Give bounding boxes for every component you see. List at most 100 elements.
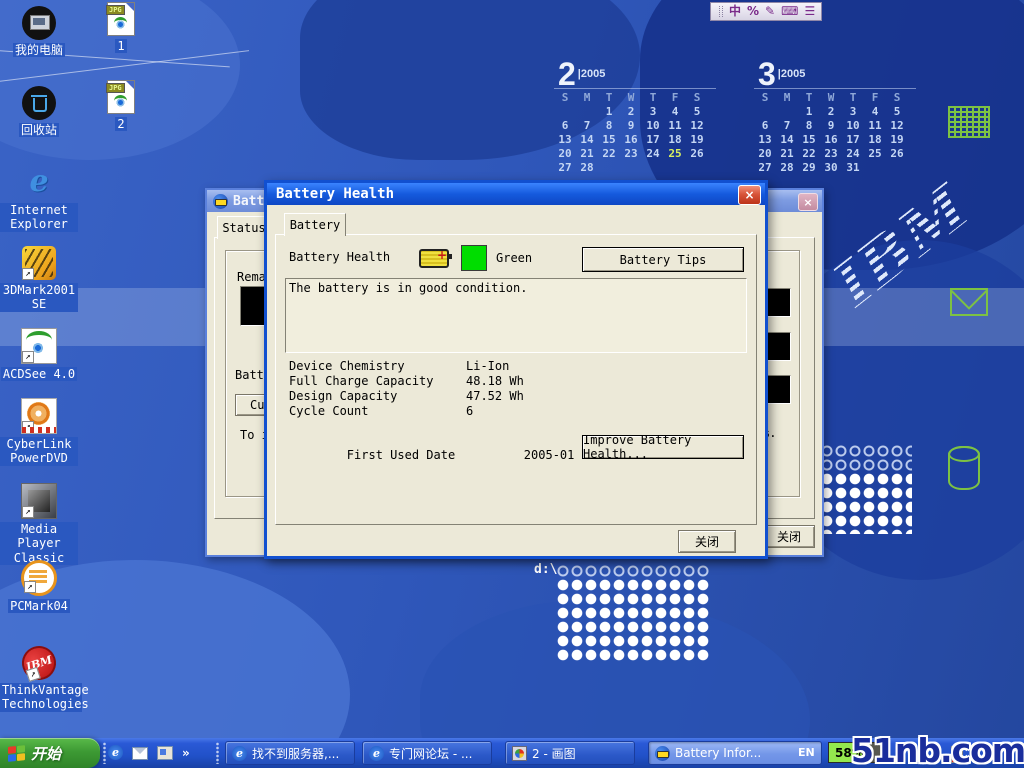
desktop-icon-label: Internet Explorer [0,203,78,232]
acdsee-icon: ↗ [21,328,57,364]
calendar-month-number: 2 [558,56,576,92]
desktop: IBM d:\ 2|2005 SMTWTFS123456789101112131… [0,0,1024,768]
shortcut-arrow-icon: ↗ [22,421,34,433]
fullwidth-icon[interactable]: % [747,4,759,19]
battery-tips-button[interactable]: Battery Tips [582,247,744,272]
close-button-bg[interactable]: 关闭 [763,525,815,548]
calendar-day: 2 [620,105,642,119]
mpc-icon: ↗ [21,483,57,519]
calendar-day: 7 [776,119,798,133]
calendar-day: 22 [798,147,820,161]
paint-icon [512,746,527,761]
calendar-day: 8 [598,119,620,133]
desktop-icon-pcmark[interactable]: ↗PCMark04 [0,560,78,613]
calendar-day: 16 [820,133,842,147]
calendar-day: 23 [820,147,842,161]
desktop-icon-pdvd[interactable]: ↗ CyberLink PowerDVD [0,398,78,466]
ime-toolbar[interactable]: 中% ✎ ⌨ ☰ [710,2,822,21]
improve-battery-health-button[interactable]: Improve Battery Health... [582,435,744,459]
desktop-icon-jpg2[interactable]: JPG2 [82,80,160,131]
shortcut-arrow-icon: ↗ [22,268,34,280]
shortcut-arrow-icon: ↗ [22,506,34,518]
jpg-badge: JPG [106,5,125,15]
tray-battery-gauge[interactable]: 58% [828,742,890,763]
calendar-grid: SMTWTFS123456789101112131415161718192021… [754,91,916,175]
language-indicator[interactable]: EN [798,746,815,759]
dots-pattern [556,578,710,662]
calendar-day: 2 [820,105,842,119]
dmark-icon: ↗ [22,246,56,280]
calendar-day: 24 [642,147,664,161]
calendar-day: 15 [798,133,820,147]
calendar-header: 3|2005 [754,56,916,89]
calendar-weekday: F [664,91,686,105]
battery-info-rows: Device ChemistryLi-IonFull Charge Capaci… [289,359,729,419]
chinese-mode-icon[interactable]: 中 [729,4,741,19]
calendar-day: 10 [642,119,664,133]
close-icon[interactable]: × [738,185,761,205]
taskbar-separator [103,742,106,764]
quick-launch: e » [108,745,190,760]
quicklaunch-overflow-chevron[interactable]: » [182,746,190,760]
desktop-icon-tvt[interactable]: IBM↗ThinkVantage Technologies [0,646,78,712]
calendar-day: 31 [842,161,864,175]
calendar-day: 26 [886,147,908,161]
envelope-icon [950,288,988,316]
calendar-day: 25 [864,147,886,161]
desktop-icon-jpg1[interactable]: JPG1 [82,2,160,53]
close-button[interactable]: 关闭 [678,530,736,553]
calendar-day: 28 [576,161,598,175]
condition-text: The battery is in good condition. [289,281,527,295]
show-desktop-icon[interactable] [157,746,173,760]
desktop-icon-label: 回收站 [19,123,59,137]
calendar-day: 27 [754,161,776,175]
calendar-day [642,161,664,175]
calendar-day: 22 [598,147,620,161]
windows-flag-icon [8,745,25,762]
health-status-swatch [461,245,487,271]
desktop-icon-acdsee[interactable]: ↗ACDSee 4.0 [0,328,78,381]
calendar-day: 5 [886,105,908,119]
ie-quicklaunch-icon[interactable]: e [108,745,123,760]
desktop-icon-label: 2 [115,117,126,131]
calendar-year: |2005 [578,68,606,80]
taskbar-separator [216,742,219,764]
taskbar-task-3[interactable]: 2 - 画图 [505,741,635,765]
first-used-label: First Used Date [347,448,524,462]
tray-battery-icon[interactable] [951,746,963,763]
tab-battery[interactable]: Battery [284,213,346,236]
calendar-day: 21 [576,147,598,161]
calendar-weekday: T [842,91,864,105]
desktop-icon-recycle[interactable]: 回收站 [0,86,78,137]
calendar-weekday: S [686,91,708,105]
calendar-day: 23 [620,147,642,161]
calendar-weekday: T [598,91,620,105]
desktop-icon-ie[interactable]: eInternet Explorer [0,166,78,232]
battery-percent: 58% [829,746,870,760]
desktop-icon-label: CyberLink PowerDVD [0,437,78,466]
close-icon[interactable]: × [798,193,818,211]
outlook-express-icon[interactable] [132,747,148,760]
calendar-grid: SMTWTFS123456789101112131415161718192021… [554,91,716,175]
taskbar-task-2[interactable]: e专门网论坛 - ... [362,741,492,765]
desktop-icon-dmark[interactable]: ↗3DMark2001 SE [0,246,78,312]
start-button[interactable]: 开始 [0,738,100,768]
desktop-icon-mpc[interactable]: ↗Media Player Classic [0,483,78,565]
taskbar-task-4[interactable]: Battery Infor... [648,741,822,765]
taskbar-task-1[interactable]: e找不到服务器,... [225,741,355,765]
calendar-day [664,161,686,175]
calendar-day: 9 [820,119,842,133]
battery-info-icon [655,746,670,761]
calendar-day: 8 [798,119,820,133]
recycle-icon [22,86,56,120]
pdvd-icon: ↗ [21,398,57,434]
menu-icon[interactable]: ☰ [804,4,815,19]
calendar-day: 3 [842,105,864,119]
pen-icon[interactable]: ✎ [765,4,775,19]
tab-status[interactable]: Status [217,216,271,239]
battery-health-titlebar[interactable]: Battery Health [267,183,765,205]
mycomp-icon [22,6,56,40]
calendar-day [864,161,886,175]
desktop-icon-mycomp[interactable]: 我的电脑 [0,6,78,57]
keyboard-icon[interactable]: ⌨ [781,4,798,19]
